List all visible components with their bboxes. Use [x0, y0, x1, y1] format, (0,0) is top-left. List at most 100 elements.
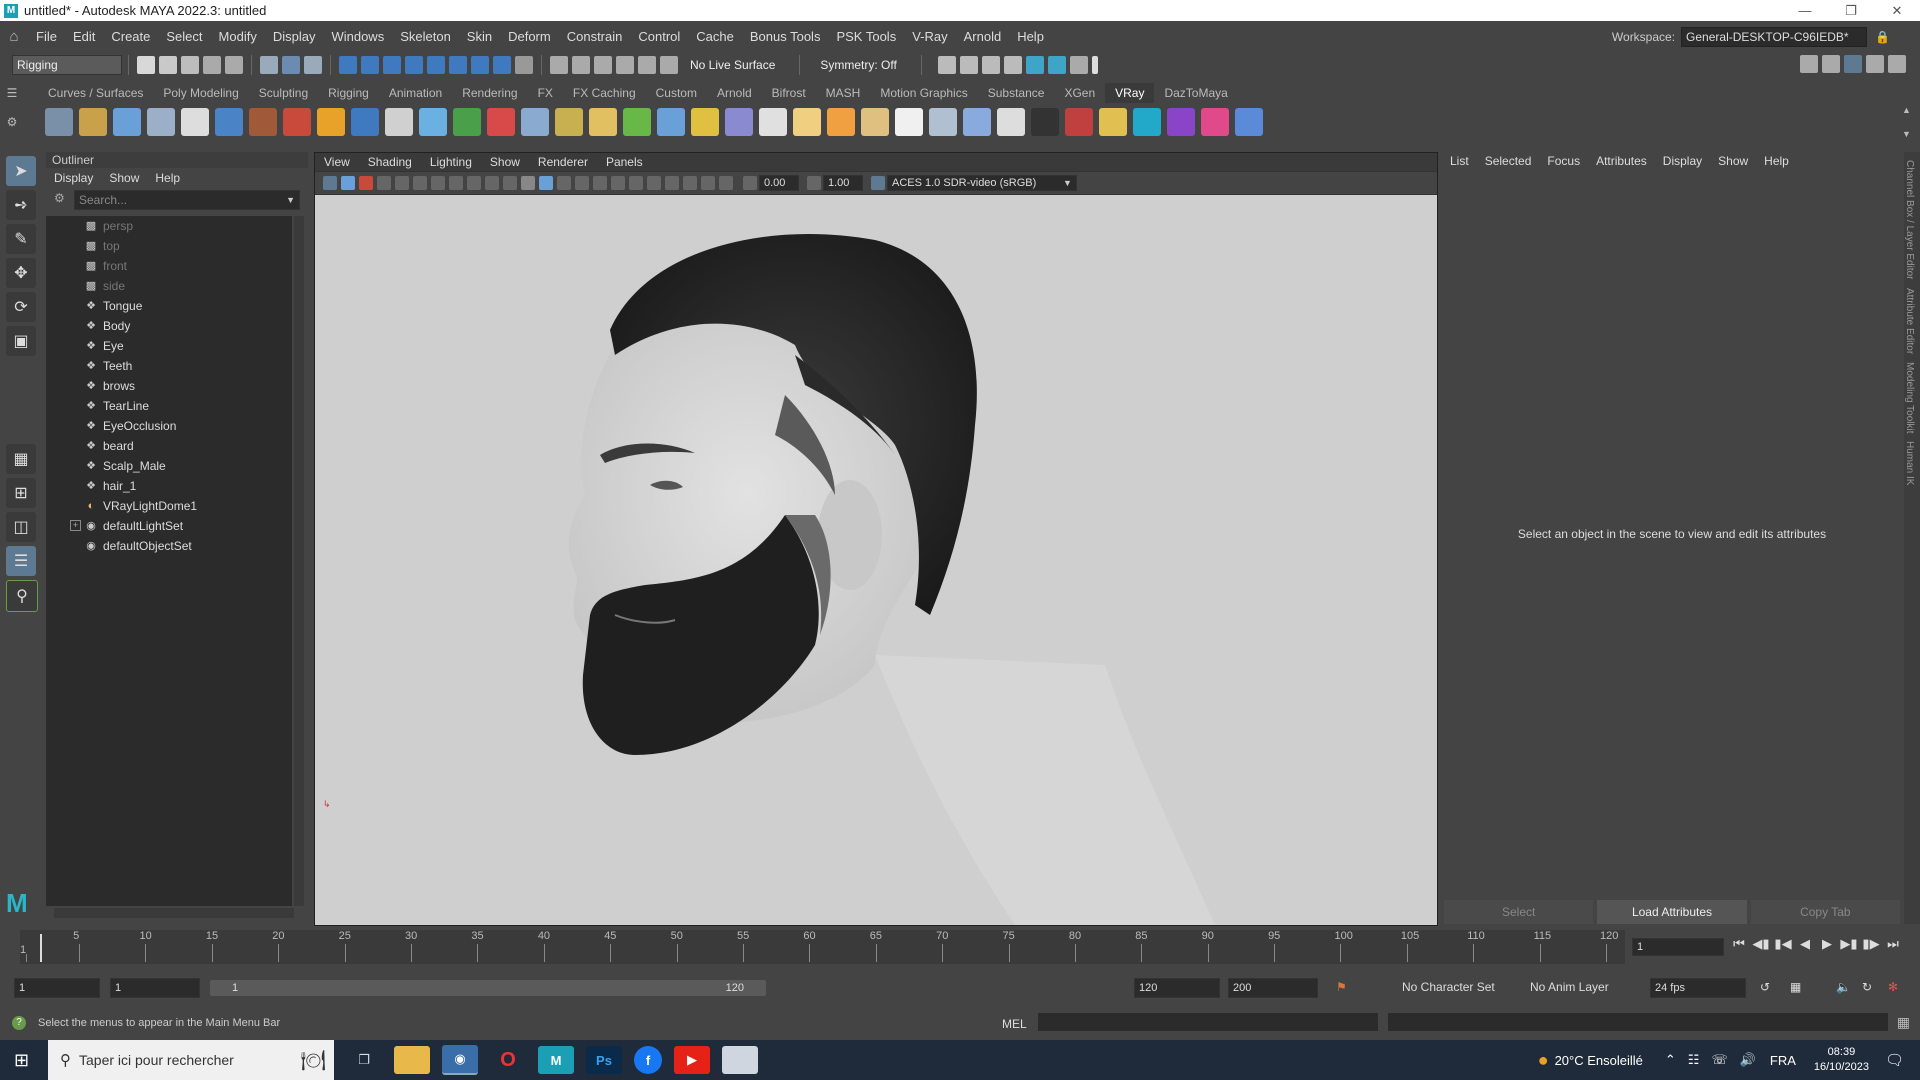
ae-menu-focus[interactable]: Focus — [1539, 154, 1588, 168]
paint-select-icon[interactable]: ✎ — [6, 224, 36, 254]
ae-menu-show[interactable]: Show — [1710, 154, 1756, 168]
lights-icon[interactable] — [593, 176, 607, 190]
undo-icon[interactable] — [203, 56, 221, 74]
render-sequence-icon[interactable] — [959, 56, 978, 74]
menu-psk-tools[interactable]: PSK Tools — [828, 29, 904, 44]
viewport-scene[interactable]: ↳ — [315, 195, 1437, 925]
shelf-tool-30-icon[interactable] — [1031, 108, 1059, 136]
clock[interactable]: 08:39 16/10/2023 — [1814, 1045, 1869, 1075]
menu-create[interactable]: Create — [103, 29, 158, 44]
go-to-start-icon[interactable]: ⏮ — [1728, 936, 1750, 952]
playback-start-field[interactable]: 1 — [110, 978, 200, 998]
film-gate-icon[interactable] — [413, 176, 427, 190]
shelf-tool-32-icon[interactable] — [1099, 108, 1127, 136]
windows-start-icon[interactable]: ⊞ — [14, 1050, 34, 1070]
snap-lock-icon[interactable] — [515, 56, 533, 74]
snap-help-icon[interactable] — [493, 56, 511, 74]
select-camera-icon[interactable] — [323, 176, 337, 190]
outliner-item-eyeocclusion[interactable]: ❖ EyeOcclusion — [46, 416, 292, 436]
select-tool-icon[interactable]: ➤ — [6, 156, 36, 186]
channel-box-icon[interactable] — [1888, 55, 1906, 73]
vray-ipr-icon[interactable] — [1047, 56, 1066, 74]
textured-icon[interactable] — [575, 176, 589, 190]
new-scene-icon[interactable] — [137, 56, 155, 74]
outliner-item-scalp-male[interactable]: ❖ Scalp_Male — [46, 456, 292, 476]
ipr-render-icon[interactable] — [981, 56, 1000, 74]
outliner-menu-help[interactable]: Help — [147, 171, 188, 185]
shelf-tab-mash[interactable]: MASH — [816, 83, 871, 103]
select-hierarchy-icon[interactable] — [260, 56, 278, 74]
play-backwards-icon[interactable]: ◀ — [1794, 936, 1816, 952]
xray-icon[interactable] — [701, 176, 715, 190]
outliner-item-hair-1[interactable]: ❖ hair_1 — [46, 476, 292, 496]
shelf-tool-11-icon[interactable] — [385, 108, 413, 136]
step-back-key-icon[interactable]: ◀▮ — [1750, 936, 1772, 952]
shelf-tool-26-icon[interactable] — [895, 108, 923, 136]
smooth-shade-icon[interactable] — [539, 176, 553, 190]
loop-icon[interactable]: ↺ — [1760, 978, 1770, 996]
playback-range-bar[interactable]: 1 120 — [210, 980, 766, 996]
play-forwards-icon[interactable]: ▶ — [1816, 936, 1838, 952]
animation-start-field[interactable]: 1 — [14, 978, 100, 998]
wifi-icon[interactable]: ☏ — [1711, 1052, 1727, 1068]
maya-taskbar-icon[interactable]: M — [538, 1046, 574, 1074]
hypershade-icon[interactable] — [638, 56, 656, 74]
outliner-item-defaultlightset[interactable]: + ◉ defaultLightSet — [46, 516, 292, 536]
search-dropdown-icon[interactable]: ▼ — [286, 191, 295, 209]
chrome-icon[interactable]: ◉ — [442, 1045, 478, 1075]
vray-render-icon[interactable] — [1025, 56, 1044, 74]
modeling-toolkit-icon[interactable] — [1800, 55, 1818, 73]
copy-tab-button[interactable]: Copy Tab — [1750, 900, 1900, 924]
task-view-icon[interactable]: ❐ — [346, 1046, 382, 1074]
shelf-tool-18-icon[interactable] — [623, 108, 651, 136]
attribute-editor-icon[interactable] — [1844, 55, 1862, 73]
menu-bonus-tools[interactable]: Bonus Tools — [742, 29, 829, 44]
exposure-field[interactable]: 0.00 — [759, 175, 799, 191]
step-forward-key-icon[interactable]: ▮▶ — [1860, 936, 1882, 952]
color-space-arrow-icon[interactable]: ▼ — [1063, 178, 1072, 188]
shelf-tool-23-icon[interactable] — [793, 108, 821, 136]
outliner-item-tongue[interactable]: ❖ Tongue — [46, 296, 292, 316]
construction-icon[interactable] — [616, 56, 634, 74]
outliner-item-beard[interactable]: ❖ beard — [46, 436, 292, 456]
xray-joints-icon[interactable] — [719, 176, 733, 190]
outliner-menu-display[interactable]: Display — [46, 171, 101, 185]
ambient-occlusion-icon[interactable] — [629, 176, 643, 190]
shelf-tool-17-icon[interactable] — [589, 108, 617, 136]
outliner-menu-show[interactable]: Show — [101, 171, 147, 185]
tool-settings-icon[interactable] — [1866, 55, 1884, 73]
history-icon[interactable] — [550, 56, 568, 74]
shelf-tool-27-icon[interactable] — [929, 108, 957, 136]
outliner-item-eye[interactable]: ❖ Eye — [46, 336, 292, 356]
outliner-item-front[interactable]: ▩ front — [46, 256, 292, 276]
photoshop-icon[interactable]: Ps — [586, 1046, 622, 1074]
side-tab-modeling-toolkit[interactable]: Modeling Toolkit — [1904, 362, 1915, 434]
snap-view-icon[interactable] — [405, 56, 423, 74]
command-line-input[interactable] — [1038, 1013, 1378, 1031]
save-scene-icon[interactable] — [181, 56, 199, 74]
redo-icon[interactable] — [225, 56, 243, 74]
script-editor-icon[interactable]: ▦ — [1897, 1014, 1910, 1031]
shelf-tool-20-icon[interactable] — [691, 108, 719, 136]
vray-stop-icon[interactable] — [1069, 56, 1088, 74]
snap-grid-icon[interactable] — [339, 56, 357, 74]
outliner-list[interactable]: ▩ persp ▩ top ▩ front ▩ side ❖ Tongue ❖ Body ❖ Eye ❖ Te… — [46, 216, 292, 906]
opera-icon[interactable]: O — [490, 1046, 526, 1074]
open-scene-icon[interactable] — [159, 56, 177, 74]
expand-icon[interactable]: + — [70, 520, 81, 531]
color-space-dropdown[interactable]: ACES 1.0 SDR-video (sRGB) — [887, 175, 1077, 191]
move-tool-icon[interactable]: ✥ — [6, 258, 36, 288]
gamma-icon[interactable] — [807, 176, 821, 190]
menu-control[interactable]: Control — [630, 29, 688, 44]
menuset-dropdown[interactable]: Rigging — [12, 55, 122, 75]
grid-icon[interactable] — [395, 176, 409, 190]
home-icon[interactable]: ⌂ — [0, 28, 28, 45]
outliner-vertical-scrollbar[interactable] — [294, 216, 304, 906]
fps-dropdown[interactable]: 24 fps — [1650, 978, 1746, 998]
shelf-tool-13-icon[interactable] — [453, 108, 481, 136]
menu-v-ray[interactable]: V-Ray — [904, 29, 955, 44]
shelf-tool-24-icon[interactable] — [827, 108, 855, 136]
shelf-tool-19-icon[interactable] — [657, 108, 685, 136]
shelf-tab-xgen[interactable]: XGen — [1054, 83, 1105, 103]
shelf-tool-21-icon[interactable] — [725, 108, 753, 136]
